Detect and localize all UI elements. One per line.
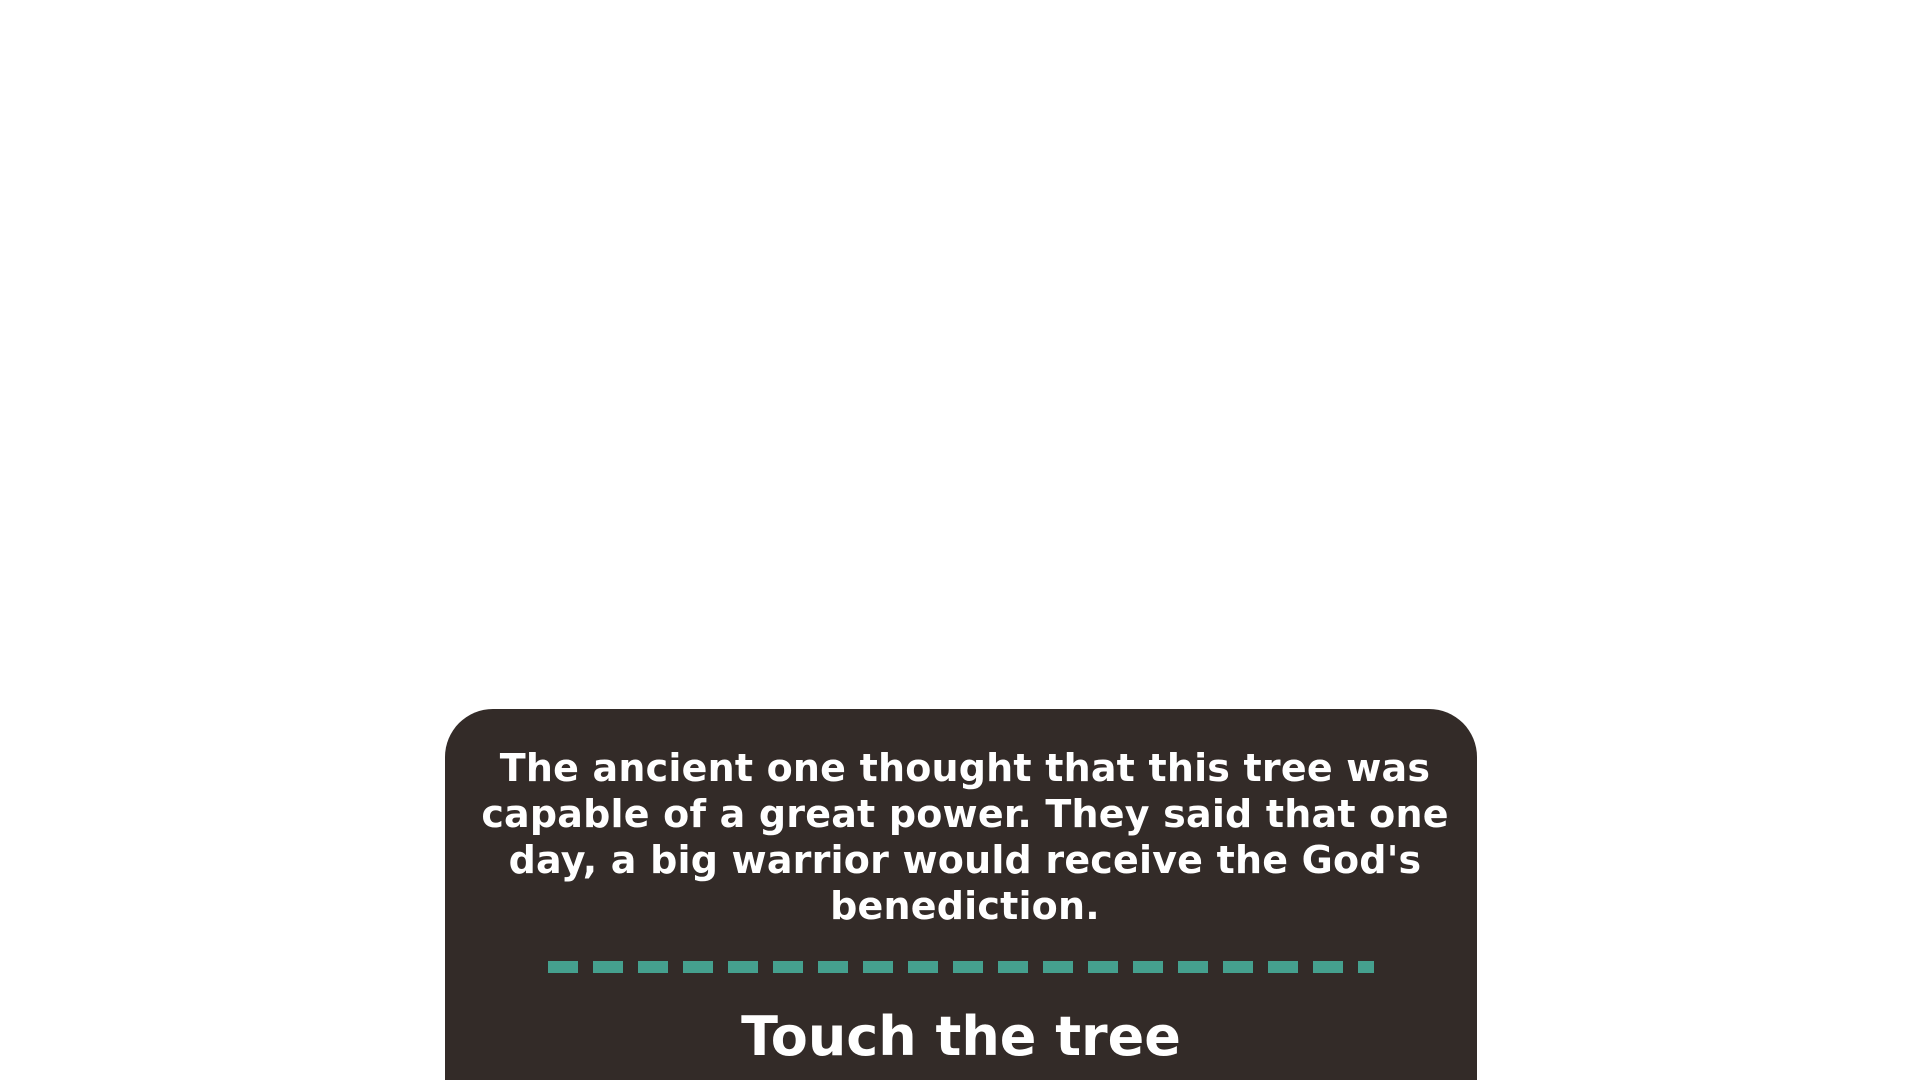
touch-tree-button[interactable]: Touch the tree (661, 1005, 1261, 1069)
dialog-divider (548, 961, 1374, 973)
dialog-text: The ancient one thought that this tree w… (481, 746, 1449, 928)
dialog-panel: The ancient one thought that this tree w… (445, 709, 1477, 1080)
